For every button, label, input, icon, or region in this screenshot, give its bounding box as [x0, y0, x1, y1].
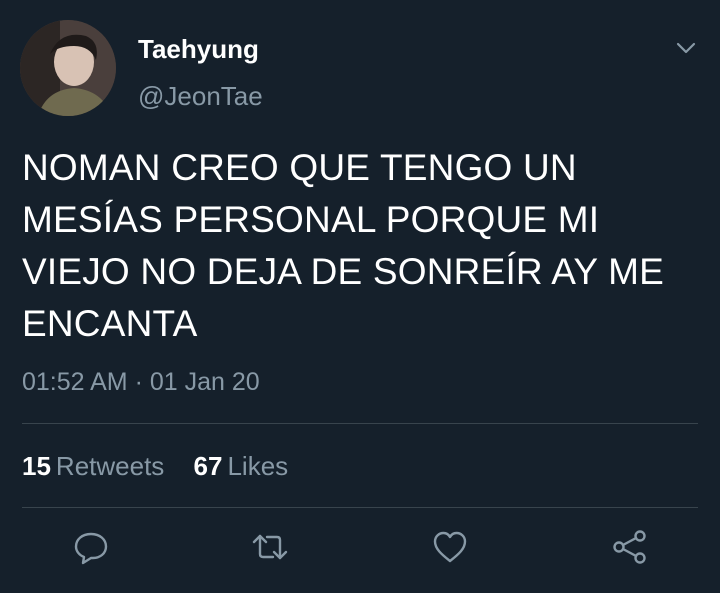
retweets-count: 15 [22, 451, 51, 481]
tweet-detail: Taehyung @JeonTae NOMAN CREO QUE TENGO U… [0, 0, 720, 593]
likes-stat[interactable]: 67 Likes [194, 450, 289, 482]
divider [22, 423, 698, 424]
divider [22, 507, 698, 508]
retweet-icon[interactable] [251, 528, 289, 566]
tweet-timestamp: 01:52 AM · 01 Jan 20 [22, 368, 260, 396]
display-name[interactable]: Taehyung [138, 33, 259, 65]
share-icon[interactable] [611, 528, 649, 566]
chevron-down-icon[interactable] [674, 36, 698, 60]
tweet-text: NOMAN CREO QUE TENGO UN MESÍAS PERSONAL … [22, 147, 665, 344]
tweet-stats: 15 Retweets 67 Likes [22, 450, 288, 482]
retweets-label: Retweets [55, 451, 165, 481]
likes-label: Likes [227, 451, 289, 481]
avatar[interactable] [20, 20, 116, 116]
likes-count: 67 [193, 451, 223, 481]
heart-icon[interactable] [431, 528, 469, 566]
retweets-stat[interactable]: 15 Retweets [22, 450, 164, 482]
user-handle[interactable]: @JeonTae [138, 80, 263, 112]
reply-icon[interactable] [72, 528, 110, 566]
